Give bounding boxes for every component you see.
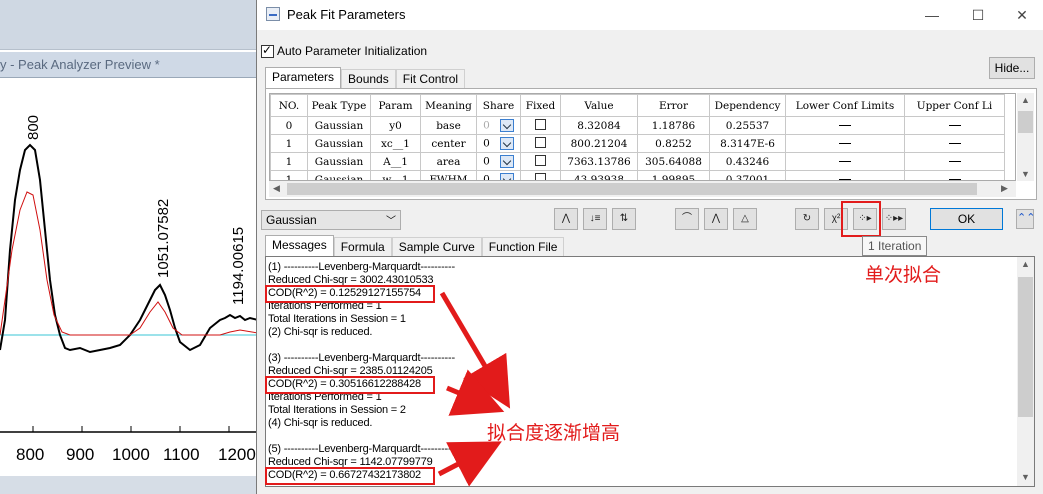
arrow-to-cod-3 [437, 441, 502, 487]
background-toolbar [0, 0, 258, 50]
peak-analyzer-titlebar[interactable]: y - Peak Analyzer Preview * [0, 52, 258, 78]
x-tick-label: 1000 [112, 445, 150, 464]
x-tick-label: 1100 [163, 445, 200, 464]
peak-label-800: 800 [25, 115, 42, 140]
peak-analyzer-title: y - Peak Analyzer Preview * [0, 57, 160, 72]
preview-plot: 800 1051.07582 1194.00615 800 900 1000 1… [0, 80, 258, 494]
annotation-single-fit: 单次拟合 [865, 264, 942, 286]
arrow-to-cod-1 [439, 291, 511, 409]
x-tick-label: 800 [16, 445, 44, 464]
arrow-to-cod-2 [446, 369, 505, 416]
peak-label-1051: 1051.07582 [155, 199, 172, 278]
x-tick-label: 900 [66, 445, 94, 464]
x-tick-label: 1200 [218, 445, 256, 464]
tab-parameters[interactable]: Parameters [265, 67, 342, 88]
data-curve [0, 143, 258, 354]
peak-fit-dialog: Peak Fit Parameters — ☐ ✕ Auto Parameter… [256, 0, 1043, 494]
fit-curve [0, 191, 258, 336]
annotation-fit-increasing: 拟合度逐渐增高 [487, 422, 621, 444]
peak-label-1194: 1194.00615 [230, 227, 247, 305]
tab-messages[interactable]: Messages [265, 235, 334, 256]
annotation-arrows [437, 291, 511, 487]
background-window: y - Peak Analyzer Preview * 800 1051.075… [0, 0, 258, 494]
